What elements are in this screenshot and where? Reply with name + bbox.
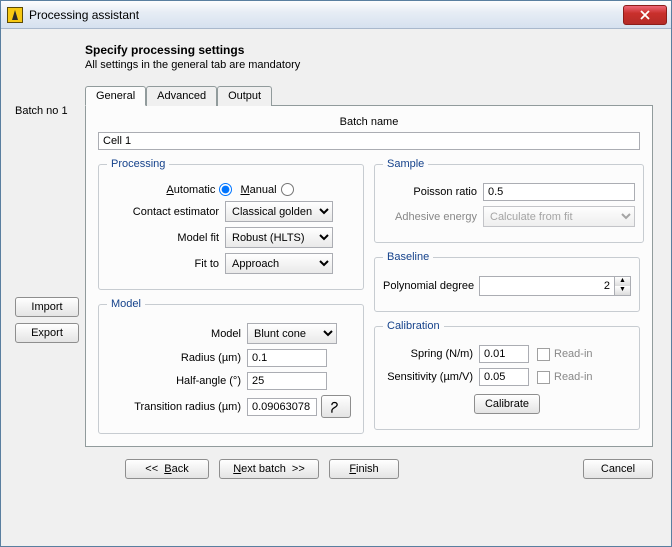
contact-estimator-label: Contact estimator <box>107 206 225 218</box>
tab-advanced[interactable]: Advanced <box>146 86 217 106</box>
sample-group: Sample Poisson ratio Adhesive energy Cal… <box>374 158 644 243</box>
poly-degree-label: Polynomial degree <box>383 280 479 292</box>
titlebar: Processing assistant <box>1 1 671 29</box>
app-icon <box>7 7 23 23</box>
tab-body-general: Batch name Processing Automatic Manual <box>85 106 653 447</box>
spring-label: Spring (N/m) <box>383 348 479 360</box>
back-button[interactable]: << Back <box>125 459 209 479</box>
batch-name-input[interactable] <box>98 132 640 150</box>
sensitivity-input[interactable] <box>479 368 529 386</box>
calibrate-button[interactable]: Calibrate <box>474 394 540 414</box>
sensitivity-readin-label: Read-in <box>554 371 593 383</box>
sensitivity-readin-checkbox[interactable] <box>537 371 550 384</box>
tab-output[interactable]: Output <box>217 86 272 106</box>
model-legend: Model <box>107 298 145 310</box>
spring-readin-checkbox[interactable] <box>537 348 550 361</box>
spring-readin-label: Read-in <box>554 348 593 360</box>
poly-degree-input[interactable] <box>479 276 615 296</box>
contact-estimator-select[interactable]: Classical golden <box>225 201 333 222</box>
radius-input[interactable] <box>247 349 327 367</box>
model-fit-select[interactable]: Robust (HLTS) <box>225 227 333 248</box>
automatic-radio[interactable] <box>219 183 232 196</box>
transition-radius-label: Transition radius (µm) <box>107 401 247 413</box>
sample-legend: Sample <box>383 158 428 170</box>
model-select[interactable]: Blunt cone <box>247 323 337 344</box>
automatic-label: Automatic <box>166 184 215 196</box>
page-subtitle: All settings in the general tab are mand… <box>85 59 653 71</box>
batch-label: Batch no 1 <box>15 105 85 117</box>
processing-legend: Processing <box>107 158 169 170</box>
baseline-legend: Baseline <box>383 251 433 263</box>
window-frame: Processing assistant Batch no 1 Import E… <box>0 0 672 547</box>
window-title: Processing assistant <box>29 8 623 22</box>
model-group: Model Model Blunt cone Radius (µm) <box>98 298 364 434</box>
close-button[interactable] <box>623 5 667 25</box>
spring-input[interactable] <box>479 345 529 363</box>
close-icon <box>640 10 650 20</box>
processing-group: Processing Automatic Manual Contact <box>98 158 364 290</box>
calibration-group: Calibration Spring (N/m) Read-in Sensi <box>374 320 640 430</box>
transition-compute-button[interactable] <box>321 395 351 418</box>
sensitivity-label: Sensitivity (µm/V) <box>383 371 479 383</box>
content-area: Batch no 1 Import Export Specify process… <box>1 29 671 546</box>
calibration-legend: Calibration <box>383 320 444 332</box>
next-batch-button[interactable]: Next batch >> <box>219 459 319 479</box>
half-angle-input[interactable] <box>247 372 327 390</box>
cancel-button[interactable]: Cancel <box>583 459 653 479</box>
radius-label: Radius (µm) <box>107 352 247 364</box>
manual-label: Manual <box>240 184 276 196</box>
finish-button[interactable]: Finish <box>329 459 399 479</box>
loop-icon <box>329 400 343 414</box>
model-fit-label: Model fit <box>107 232 225 244</box>
fit-to-select[interactable]: Approach <box>225 253 333 274</box>
import-button[interactable]: Import <box>15 297 79 317</box>
tab-strip: General Advanced Output <box>85 85 653 106</box>
transition-radius-input[interactable] <box>247 398 317 416</box>
poisson-input[interactable] <box>483 183 635 201</box>
wizard-footer: << Back Next batch >> Finish Cancel <box>15 447 653 479</box>
poly-degree-up[interactable]: ▲ <box>615 277 630 286</box>
batch-name-label: Batch name <box>98 116 640 128</box>
poly-degree-down[interactable]: ▼ <box>615 286 630 295</box>
manual-radio[interactable] <box>281 183 294 196</box>
tab-general[interactable]: General <box>85 86 146 106</box>
baseline-group: Baseline Polynomial degree ▲ ▼ <box>374 251 640 312</box>
model-label: Model <box>107 328 247 340</box>
poisson-label: Poisson ratio <box>383 186 483 198</box>
half-angle-label: Half-angle (°) <box>107 375 247 387</box>
page-title: Specify processing settings <box>85 43 653 57</box>
adhesive-energy-select: Calculate from fit <box>483 206 635 227</box>
adhesive-energy-label: Adhesive energy <box>383 211 483 223</box>
fit-to-label: Fit to <box>107 258 225 270</box>
export-button[interactable]: Export <box>15 323 79 343</box>
